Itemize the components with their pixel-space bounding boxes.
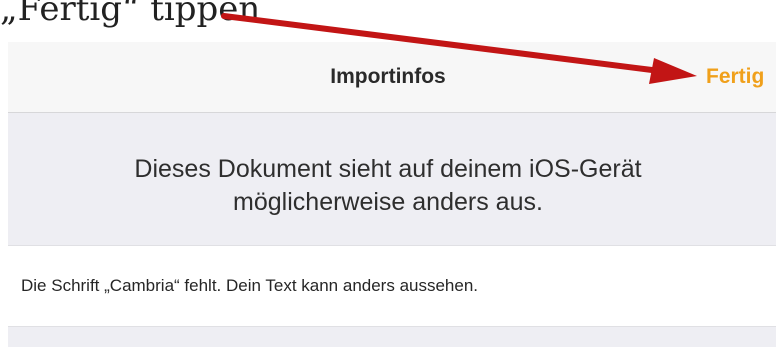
instruction-caption: „Fertig“ tippen bbox=[0, 0, 261, 29]
done-button[interactable]: Fertig bbox=[706, 42, 764, 112]
font-missing-text: Die Schrift „Cambria“ fehlt. Dein Text k… bbox=[21, 276, 479, 295]
font-missing-row: Die Schrift „Cambria“ fehlt. Dein Text k… bbox=[8, 246, 776, 326]
nav-title: Importinfos bbox=[330, 65, 446, 88]
warning-line-2: möglicherweise anders aus. bbox=[233, 188, 543, 216]
warning-line-1: Dieses Dokument sieht auf deinem iOS-Ger… bbox=[134, 155, 642, 183]
navigation-bar: Importinfos Fertig bbox=[8, 42, 776, 113]
screenshot-page: „Fertig“ tippen Importinfos Fertig Diese… bbox=[0, 0, 776, 347]
bottom-group-separator bbox=[8, 326, 776, 347]
warning-message: Dieses Dokument sieht auf deinem iOS-Ger… bbox=[0, 153, 776, 219]
